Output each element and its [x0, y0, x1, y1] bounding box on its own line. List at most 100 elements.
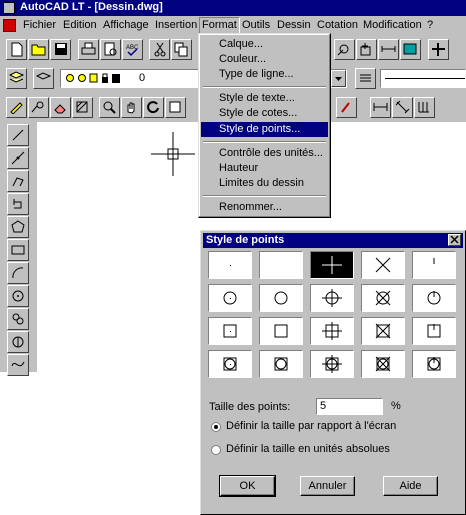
menu-affichage[interactable]: Affichage — [103, 19, 149, 31]
save-button[interactable] — [50, 39, 71, 60]
menu-item-hauteur[interactable]: Hauteur — [201, 161, 328, 176]
help-button[interactable]: Aide — [383, 476, 438, 496]
menu-item-style-de-texte[interactable]: Style de texte... — [201, 91, 328, 106]
dimension-button[interactable] — [370, 97, 391, 118]
menu-help[interactable]: ? — [427, 19, 433, 31]
linetype-dropdown[interactable] — [380, 69, 466, 88]
open-file-button[interactable] — [28, 39, 49, 60]
toolbar-button-d[interactable] — [400, 39, 421, 60]
toolbar-button-a[interactable] — [334, 39, 355, 60]
point-style-option[interactable] — [361, 317, 405, 345]
menu-edition[interactable]: Edition — [63, 19, 97, 31]
menu-item-renommer[interactable]: Renommer... — [201, 200, 328, 215]
linetype-button[interactable] — [355, 68, 376, 89]
object-snap-icon — [31, 101, 44, 113]
point-style-option[interactable] — [259, 251, 303, 279]
point-style-option[interactable] — [412, 317, 456, 345]
polyline-tool[interactable] — [7, 170, 29, 192]
properties-button[interactable] — [336, 97, 357, 118]
cloud-icon — [12, 313, 24, 325]
point-style-option[interactable] — [208, 350, 252, 378]
cancel-button[interactable]: Annuler — [300, 476, 355, 496]
radio-relative-label[interactable]: Définir la taille par rapport à l'écran — [226, 420, 396, 432]
rectangle-tool[interactable] — [7, 239, 29, 261]
cut-button[interactable] — [149, 39, 170, 60]
toolbar-button-e[interactable] — [428, 39, 449, 60]
point-style-option[interactable] — [208, 317, 252, 345]
close-button[interactable] — [448, 234, 461, 246]
erase-button[interactable] — [50, 97, 71, 118]
point-style-option[interactable] — [208, 284, 252, 312]
point-style-option[interactable] — [412, 284, 456, 312]
app-icon[interactable] — [3, 2, 15, 14]
arc-tool[interactable] — [7, 262, 29, 284]
aligned-dim-button[interactable] — [392, 97, 413, 118]
point-style-option[interactable] — [310, 284, 354, 312]
menu-cotation[interactable]: Cotation — [317, 19, 358, 31]
point-style-option[interactable] — [259, 350, 303, 378]
folder-open-icon — [31, 44, 46, 56]
point-style-option[interactable] — [310, 317, 354, 345]
aerial-button[interactable] — [165, 97, 186, 118]
point-style-option[interactable] — [361, 350, 405, 378]
menu-item-calque[interactable]: Calque... — [201, 37, 328, 52]
ellipse-tool[interactable] — [7, 331, 29, 353]
print-preview-button[interactable] — [100, 39, 121, 60]
radio-absolute-size[interactable] — [211, 445, 221, 455]
point-style-option[interactable] — [361, 251, 405, 279]
donut-tool[interactable] — [7, 308, 29, 330]
radio-absolute-label[interactable]: Définir la taille en unités absolues — [226, 443, 390, 455]
point-style-option[interactable] — [310, 350, 354, 378]
rectangle-icon — [11, 245, 25, 255]
point-style-option[interactable] — [361, 284, 405, 312]
toolbar-button-c[interactable] — [378, 39, 399, 60]
move-button[interactable] — [72, 97, 93, 118]
point-style-option[interactable] — [412, 251, 456, 279]
menu-item-style-de-cotes[interactable]: Style de cotes... — [201, 106, 328, 121]
menu-item-limites-du-dessin[interactable]: Limites du dessin — [201, 176, 328, 191]
pan-button[interactable] — [121, 97, 142, 118]
line-tool[interactable] — [7, 124, 29, 146]
new-file-button[interactable] — [6, 39, 27, 60]
document-icon[interactable] — [3, 19, 16, 32]
circle-tool[interactable] — [7, 285, 29, 307]
zoom-button[interactable] — [99, 97, 120, 118]
copy-button[interactable] — [171, 39, 192, 60]
multiline-tool[interactable] — [7, 193, 29, 215]
radio-relative-size[interactable] — [211, 422, 221, 432]
lightbulb-icon — [66, 74, 74, 82]
point-style-glyph-icon — [375, 257, 391, 273]
point-style-glyph-icon — [260, 252, 302, 278]
layers-button[interactable] — [6, 68, 27, 89]
point-size-input[interactable]: 5 — [316, 398, 383, 415]
layers-icon — [9, 71, 24, 83]
print-button[interactable] — [78, 39, 99, 60]
menu-item-controle-des-unites[interactable]: Contrôle des unités... — [201, 146, 328, 161]
edit-button[interactable] — [6, 97, 27, 118]
menu-modification[interactable]: Modification — [363, 19, 422, 31]
menu-fichier[interactable]: Fichier — [23, 19, 56, 31]
construction-line-tool[interactable] — [7, 147, 29, 169]
polygon-tool[interactable] — [7, 216, 29, 238]
menu-item-type-de-ligne[interactable]: Type de ligne... — [201, 67, 328, 82]
spline-tool[interactable] — [7, 354, 29, 376]
ordinate-button[interactable] — [414, 97, 435, 118]
menu-insertion[interactable]: Insertion — [155, 19, 197, 31]
redraw-button[interactable] — [143, 97, 164, 118]
spell-check-button[interactable]: ABC — [122, 39, 143, 60]
menu-item-couleur[interactable]: Couleur... — [201, 52, 328, 67]
ordinate-icon — [418, 102, 429, 113]
point-style-option[interactable] — [259, 284, 303, 312]
ok-button[interactable]: OK — [219, 475, 276, 497]
menu-dessin[interactable]: Dessin — [277, 19, 311, 31]
menu-item-style-de-points[interactable]: Style de points... — [201, 122, 328, 137]
layer-state-button[interactable] — [33, 68, 54, 89]
layer-dropdown-arrow[interactable] — [331, 70, 346, 87]
point-style-option[interactable] — [259, 317, 303, 345]
point-style-option[interactable] — [310, 251, 354, 279]
point-style-option[interactable] — [412, 350, 456, 378]
toolbar-button-b[interactable] — [356, 39, 377, 60]
point-style-option[interactable] — [208, 251, 252, 279]
snap-button[interactable] — [28, 97, 49, 118]
menu-outils[interactable]: Outils — [242, 19, 270, 31]
